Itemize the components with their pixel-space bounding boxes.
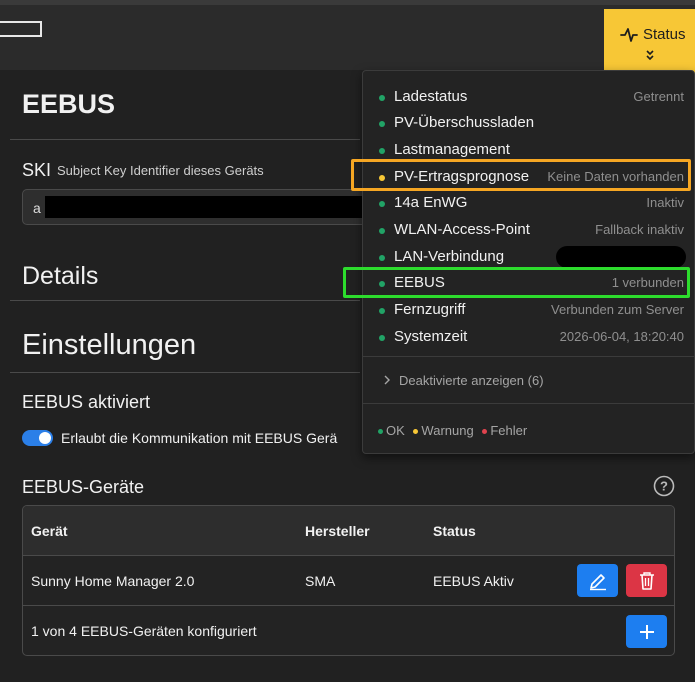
status-item-name: WLAN-Access-Point [394,221,530,238]
column-header-manufacturer: Hersteller [305,523,370,539]
status-item-name: Ladestatus [394,88,468,105]
devices-heading: EEBUS-Geräte [22,477,145,497]
highlight-box-green [343,267,690,298]
ski-description: Subject Key Identifier dieses Geräts [57,163,264,178]
trash-icon [639,571,654,590]
devices-count-text: 1 von 4 EEBUS-Geräten konfiguriert [31,623,257,639]
chevron-double-down-icon [646,50,654,61]
status-item-14a-enwg[interactable]: 14a EnWG Inaktiv [363,190,695,216]
divider [10,372,360,373]
status-item-name: Fernzugriff [394,301,466,318]
status-dot-icon [379,148,385,154]
show-deactivated-label: Deaktivierte anzeigen (6) [399,373,544,388]
pencil-icon [589,573,606,590]
status-item-value: Getrennt [633,89,684,104]
logo[interactable] [0,21,42,37]
ski-label: SKI [22,160,52,180]
legend-ok: OK [386,423,405,438]
status-item-value: 2026-06-04, 18:20:40 [559,329,684,344]
error-dot-icon [482,429,488,435]
status-dot-icon [379,228,385,234]
device-status: EEBUS Aktiv [433,573,514,589]
legend-warning: Warnung [421,423,474,438]
settings-heading: Einstellungen [22,329,197,361]
table-row: Sunny Home Manager 2.0 SMA EEBUS Aktiv [23,556,674,606]
divider [10,300,360,301]
edit-device-button[interactable] [577,564,618,597]
page-title: EEBUS [22,89,116,119]
status-item-name: Systemzeit [394,328,468,345]
svg-text:?: ? [660,479,668,494]
status-dot-icon [379,308,385,314]
status-item-ladestatus[interactable]: Ladestatus Getrennt [363,84,695,110]
status-dot-icon [379,95,385,101]
details-heading[interactable]: Details [22,262,98,291]
divider [10,139,360,140]
status-dot-icon [379,201,385,207]
eebus-enabled-toggle[interactable] [22,430,53,446]
status-dot-icon [379,255,385,261]
plus-icon [639,624,654,639]
device-manufacturer: SMA [305,573,336,589]
divider [363,403,695,404]
status-item-name: 14a EnWG [394,194,468,211]
warning-dot-icon [413,429,419,435]
redaction-bar [556,246,686,268]
status-item-systemzeit[interactable]: Systemzeit 2026-06-04, 18:20:40 [363,324,695,350]
ok-dot-icon [378,429,383,435]
status-item-value: Fallback inaktiv [595,222,684,237]
divider [363,356,695,357]
column-header-status: Status [433,523,476,539]
device-name: Sunny Home Manager 2.0 [31,573,195,589]
status-item-value: Inaktiv [646,195,684,210]
status-button-label: Status [643,26,686,43]
redaction-bar [45,196,383,218]
status-button[interactable]: Status [604,9,695,75]
delete-device-button[interactable] [626,564,667,597]
status-item-value: Verbunden zum Server [551,302,684,317]
status-item-name: Lastmanagement [394,141,510,158]
status-dot-icon [379,121,385,127]
devices-table: Gerät Hersteller Status Sunny Home Manag… [22,505,675,656]
ski-field[interactable]: a [22,189,383,225]
status-item-wlan-access-point[interactable]: WLAN-Access-Point Fallback inaktiv [363,217,695,243]
eebus-enabled-toggle-label: Erlaubt die Kommunikation mit EEBUS Gerä [61,430,338,446]
status-item-name: PV-Überschussladen [394,114,535,131]
add-device-button[interactable] [626,615,667,648]
show-deactivated-toggle[interactable]: Deaktivierte anzeigen (6) [383,373,544,388]
top-bar: Status [0,0,695,75]
highlight-box-orange [351,159,691,191]
status-item-name: LAN-Verbindung [394,248,505,265]
status-dot-icon [379,335,385,341]
pulse-icon [620,28,638,42]
status-item-pv-überschussladen[interactable]: PV-Überschussladen [363,110,695,136]
column-header-device: Gerät [31,523,68,539]
status-item-fernzugriff[interactable]: Fernzugriff Verbunden zum Server [363,297,695,323]
chevron-right-icon [384,375,390,385]
eebus-enabled-heading: EEBUS aktiviert [22,392,151,412]
legend-error: Fehler [490,423,528,438]
help-icon[interactable]: ? [653,475,675,497]
status-legend: OK Warnung Fehler [378,423,527,438]
table-header: Gerät Hersteller Status [23,506,674,556]
table-footer: 1 von 4 EEBUS-Geräten konfiguriert [23,606,674,655]
status-dropdown: Ladestatus Getrennt PV-Überschussladen Last… [362,70,695,454]
ski-value: a [33,200,41,216]
